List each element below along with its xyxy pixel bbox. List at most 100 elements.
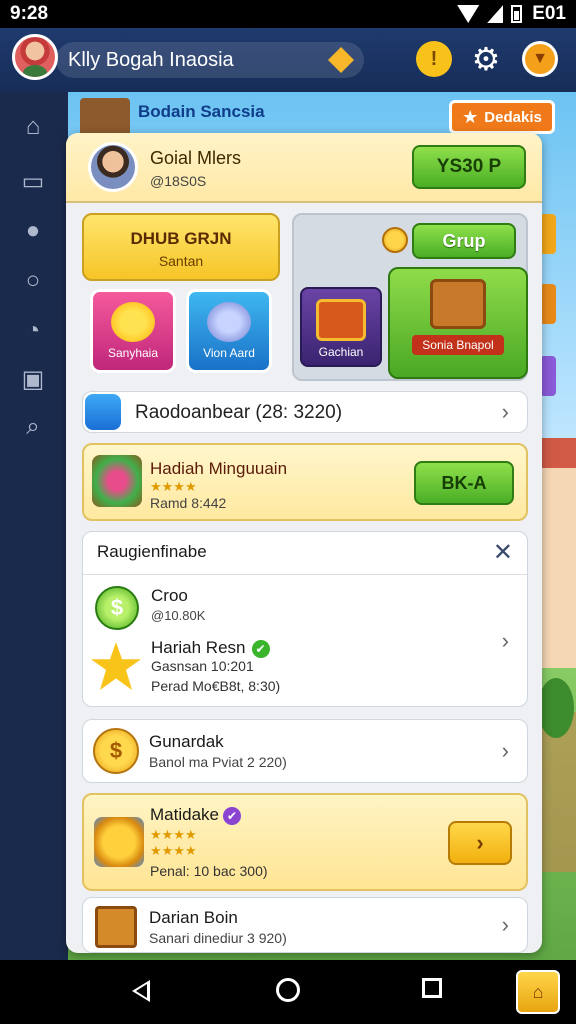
search-icon[interactable]: ⌕ <box>18 412 48 442</box>
battery-icon <box>511 5 523 23</box>
status-bar: 9:28 E01 <box>0 0 576 28</box>
recents-icon[interactable] <box>422 978 442 998</box>
list-item[interactable]: Raodoanbear (28: 3220) › <box>82 391 528 433</box>
system-nav-bar: ⌂ <box>0 960 576 1024</box>
list-item-subtitle: Banol ma Pviat 2 220) <box>149 754 287 770</box>
crate-icon <box>95 906 137 948</box>
group-button[interactable]: Grup <box>412 223 516 259</box>
wifi-icon <box>457 5 480 23</box>
coin-icon <box>382 227 408 253</box>
list-item-title: Raodoanbear (28: 3220) <box>135 402 343 423</box>
sidebar: ⌂ ▭ ● ○ ◔ ▣ ⌕ <box>0 92 68 960</box>
house-illustration <box>534 438 576 668</box>
event-chip[interactable]: ★ Dedakis <box>449 100 555 134</box>
list-item-subtitle: Sanari dinediur 3 920) <box>149 930 287 946</box>
shield-icon[interactable]: ▼ <box>522 41 558 77</box>
card-item-line: Gasnsan 10:201 <box>151 658 254 674</box>
header-action-button[interactable]: YS30 P <box>412 145 526 189</box>
green-coin-icon: $ <box>95 586 139 630</box>
card-item-subtitle: @10.80K <box>151 608 206 623</box>
shop-icon[interactable]: ⌂ <box>516 970 560 1014</box>
chevron-right-icon: › <box>501 399 509 424</box>
divider <box>83 574 527 575</box>
player-name-pill[interactable]: Klly Bogah Inaosia <box>56 42 364 78</box>
list-item-title: Gunardak <box>149 732 224 751</box>
side-tab[interactable] <box>540 284 556 324</box>
tile-label: Gachian <box>318 345 364 359</box>
mail-icon[interactable]: ▣ <box>18 364 48 394</box>
reward-stars: ★★★★ <box>150 479 197 494</box>
reward-title: Hadiah Minguuain <box>150 459 288 478</box>
home-button-icon[interactable] <box>276 978 300 1002</box>
event-chip-label: Dedakis <box>484 108 542 126</box>
claim-button[interactable]: BK-A <box>414 461 514 505</box>
list-icon <box>85 394 121 430</box>
close-icon[interactable]: ✕ <box>493 538 513 567</box>
panel-title: Goial Mlers <box>150 148 242 168</box>
status-right: E01 <box>532 3 566 24</box>
reward-subtitle: Penal: 10 bac 300) <box>150 863 268 879</box>
reward-stars: ★★★★ <box>150 843 197 858</box>
tree-illustration <box>538 678 574 738</box>
go-button[interactable]: › <box>448 821 512 865</box>
chest-icon <box>316 299 366 341</box>
treasure-chest-icon <box>430 279 486 329</box>
list-item-title: Darian Boin <box>149 908 238 927</box>
featured-tile[interactable]: Sonia Bnapol <box>388 267 528 379</box>
feature-tile[interactable]: Vion Aard <box>186 289 272 373</box>
group-title: DHUB GRJN <box>130 229 232 248</box>
feature-tile[interactable]: Sanyhaia <box>90 289 176 373</box>
chat-icon[interactable]: ○ <box>18 266 48 296</box>
star-icon: ★ <box>462 106 479 127</box>
gift-box-icon <box>92 455 142 507</box>
people-icon[interactable]: ● <box>18 216 48 246</box>
settings-gear-icon[interactable]: ⚙ <box>468 41 504 77</box>
signal-icon <box>487 5 504 23</box>
list-item[interactable]: Darian Boin Sanari dinediur 3 920) › <box>82 897 528 953</box>
group-panel: Grup Gachian Sonia Bnapol <box>292 213 528 381</box>
chevron-right-icon[interactable]: › <box>502 628 509 654</box>
chat-bubble-icon <box>111 302 155 342</box>
card-item-title: Hariah Resn ✔ <box>151 638 270 658</box>
reward-row[interactable]: Matidake ✔ ★★★★ ★★★★ Penal: 10 bac 300) › <box>82 793 528 891</box>
tile-label: Sonia Bnapol <box>412 335 504 355</box>
star-icon <box>91 642 141 690</box>
reward-stars: ★★★★ <box>150 827 197 842</box>
tile-label: Vion Aard <box>203 346 255 360</box>
chevron-right-icon: › <box>501 912 509 937</box>
rank-badge-icon <box>328 47 354 73</box>
back-icon[interactable] <box>132 980 150 1002</box>
player-name: Klly Bogah Inaosia <box>68 48 234 71</box>
side-tab[interactable] <box>540 214 556 254</box>
reward-row[interactable]: Hadiah Minguuain ★★★★ Ramd 8:442 BK-A <box>82 443 528 521</box>
group-subtitle: Santan <box>158 253 204 269</box>
verified-icon: ✔ <box>251 640 270 658</box>
card-item-title: Croo <box>151 586 188 605</box>
panel-subtitle: @18S0S <box>150 173 207 189</box>
tile-label: Sanyhaia <box>107 346 159 360</box>
coin-stack-icon <box>94 817 144 867</box>
status-time: 9:28 <box>10 3 49 24</box>
feature-tile[interactable]: Gachian <box>300 287 382 367</box>
side-tab[interactable] <box>540 356 556 396</box>
profile-avatar[interactable] <box>88 142 138 192</box>
card-item-name: Hariah Resn <box>151 638 246 657</box>
notification-card: Raugienfinabe ✕ $ Croo @10.80K Hariah Re… <box>82 531 528 707</box>
gold-coin-icon: $ <box>93 728 139 774</box>
list-item[interactable]: $ Gunardak Banol ma Pviat 2 220) › <box>82 719 528 783</box>
gear-icon <box>207 302 251 342</box>
player-avatar[interactable] <box>12 34 58 80</box>
scene-label: Bodain Sancsia <box>138 102 265 121</box>
card-header: Raugienfinabe <box>97 542 207 561</box>
home-icon[interactable]: ⌂ <box>18 112 48 142</box>
wood-sign-icon <box>80 98 130 138</box>
inbox-icon[interactable]: ▭ <box>18 166 48 196</box>
reward-name: Matidake <box>150 805 219 824</box>
reward-subtitle: Ramd 8:442 <box>150 495 227 511</box>
alert-button[interactable]: ! <box>416 41 452 77</box>
group-card[interactable]: DHUB GRJN Santan <box>82 213 280 281</box>
headset-icon[interactable]: ◔ <box>18 316 48 346</box>
chevron-right-icon: › <box>501 738 509 763</box>
verified-icon: ✔ <box>222 807 241 825</box>
card-item-line: Perad Mo€B8t, 8:30) <box>151 678 281 694</box>
